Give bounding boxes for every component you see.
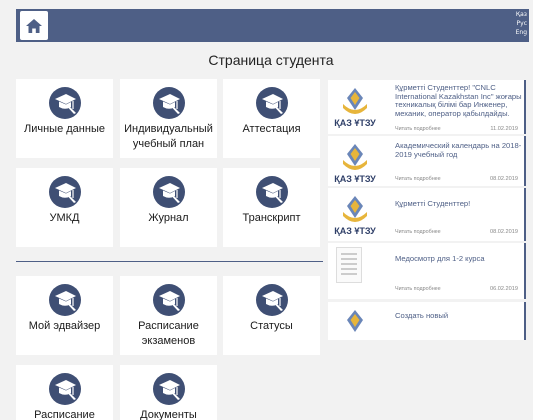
tile-label: Мой эдвайзер: [28, 320, 101, 332]
graduation-cap-pen-icon: [152, 373, 185, 405]
tile-label: Расписание экзаменов: [138, 320, 199, 347]
news-feed: ҚАЗ ҰТЗУ Құрметті Студенттер! "CNLC Inte…: [328, 80, 526, 340]
section-divider: [16, 261, 323, 262]
news-headline[interactable]: Медосмотр для 1-2 курса: [395, 255, 523, 264]
tile-individual-plan[interactable]: Индивидуальный учебный план: [120, 79, 217, 158]
tile-schedule[interactable]: Расписание: [16, 365, 113, 420]
graduation-cap-pen-icon: [255, 284, 288, 316]
news-item[interactable]: ҚАЗ ҰТЗУ Академический календарь на 2018…: [328, 136, 526, 186]
news-headline[interactable]: Создать новый: [395, 312, 523, 321]
language-switcher: Қаз Рус Eng: [516, 10, 527, 37]
home-icon: [26, 18, 42, 33]
university-logo: ҚАЗ ҰТЗУ: [334, 144, 376, 184]
tile-umkd[interactable]: УМКД: [16, 168, 113, 247]
tile-statuses[interactable]: Статусы: [223, 276, 320, 355]
home-button[interactable]: [20, 11, 48, 40]
graduation-cap-pen-icon: [255, 87, 288, 119]
news-headline[interactable]: Академический календарь на 2018-2019 уче…: [395, 142, 523, 159]
university-logo: [347, 310, 363, 332]
graduation-cap-pen-icon: [152, 284, 185, 316]
tile-exam-schedule[interactable]: Расписание экзаменов: [120, 276, 217, 355]
tile-label: Личные данные: [24, 123, 105, 135]
read-more-link[interactable]: Читать подробнее: [395, 176, 441, 182]
tile-documents[interactable]: Документы: [120, 365, 217, 420]
university-logo: ҚАЗ ҰТЗУ: [334, 88, 376, 128]
tile-label: Аттестация: [242, 123, 301, 135]
graduation-cap-pen-icon: [48, 373, 81, 405]
logo-text: ҚАЗ ҰТЗУ: [334, 226, 376, 236]
graduation-cap-pen-icon: [48, 284, 81, 316]
news-item[interactable]: ҚАЗ ҰТЗУ Құрметті Студенттер! Читать под…: [328, 188, 526, 241]
tile-label: Журнал: [148, 212, 189, 224]
news-item[interactable]: ҚАЗ ҰТЗУ Құрметті Студенттер! "CNLC Inte…: [328, 80, 526, 134]
news-date: 11.02.2019: [490, 126, 518, 132]
read-more-link[interactable]: Читать подробнее: [395, 286, 441, 292]
lang-kaz[interactable]: Қаз: [516, 10, 527, 19]
logo-text: ҚАЗ ҰТЗУ: [334, 118, 376, 128]
news-date: 08.02.2019: [490, 176, 518, 182]
news-item[interactable]: Медосмотр для 1-2 курса Читать подробнее…: [328, 243, 526, 299]
tile-label: УМКД: [49, 212, 80, 224]
read-more-link[interactable]: Читать подробнее: [395, 229, 441, 235]
graduation-cap-pen-icon: [255, 176, 288, 208]
tile-personal-data[interactable]: Личные данные: [16, 79, 113, 158]
page-title: Страница студента: [208, 52, 334, 68]
news-headline[interactable]: Құрметті Студенттер!: [395, 200, 523, 209]
news-date: 06.02.2019: [490, 286, 518, 292]
tile-transcript[interactable]: Транскрипт: [223, 168, 320, 247]
university-logo: ҚАЗ ҰТЗУ: [334, 196, 376, 236]
tile-journal[interactable]: Журнал: [120, 168, 217, 247]
news-date: 08.02.2019: [490, 229, 518, 235]
tile-label: Статусы: [250, 320, 293, 332]
document-thumbnail: [336, 247, 362, 283]
top-bar: Қаз Рус Eng: [16, 9, 529, 42]
news-headline[interactable]: Құрметті Студенттер! "CNLC International…: [395, 84, 523, 118]
tile-label: Индивидуальный учебный план: [124, 123, 213, 150]
read-more-link[interactable]: Читать подробнее: [395, 126, 441, 132]
lang-eng[interactable]: Eng: [516, 28, 527, 37]
logo-text: ҚАЗ ҰТЗУ: [334, 174, 376, 184]
news-item[interactable]: Создать новый: [328, 302, 526, 340]
tile-label: Документы: [140, 409, 197, 420]
tile-label: Транскрипт: [242, 212, 301, 224]
graduation-cap-pen-icon: [152, 87, 185, 119]
tile-my-advisor[interactable]: Мой эдвайзер: [16, 276, 113, 355]
graduation-cap-pen-icon: [48, 176, 81, 208]
lang-rus[interactable]: Рус: [517, 19, 527, 28]
tile-attestation[interactable]: Аттестация: [223, 79, 320, 158]
graduation-cap-pen-icon: [48, 87, 81, 119]
graduation-cap-pen-icon: [152, 176, 185, 208]
tile-label: Расписание: [34, 409, 95, 420]
